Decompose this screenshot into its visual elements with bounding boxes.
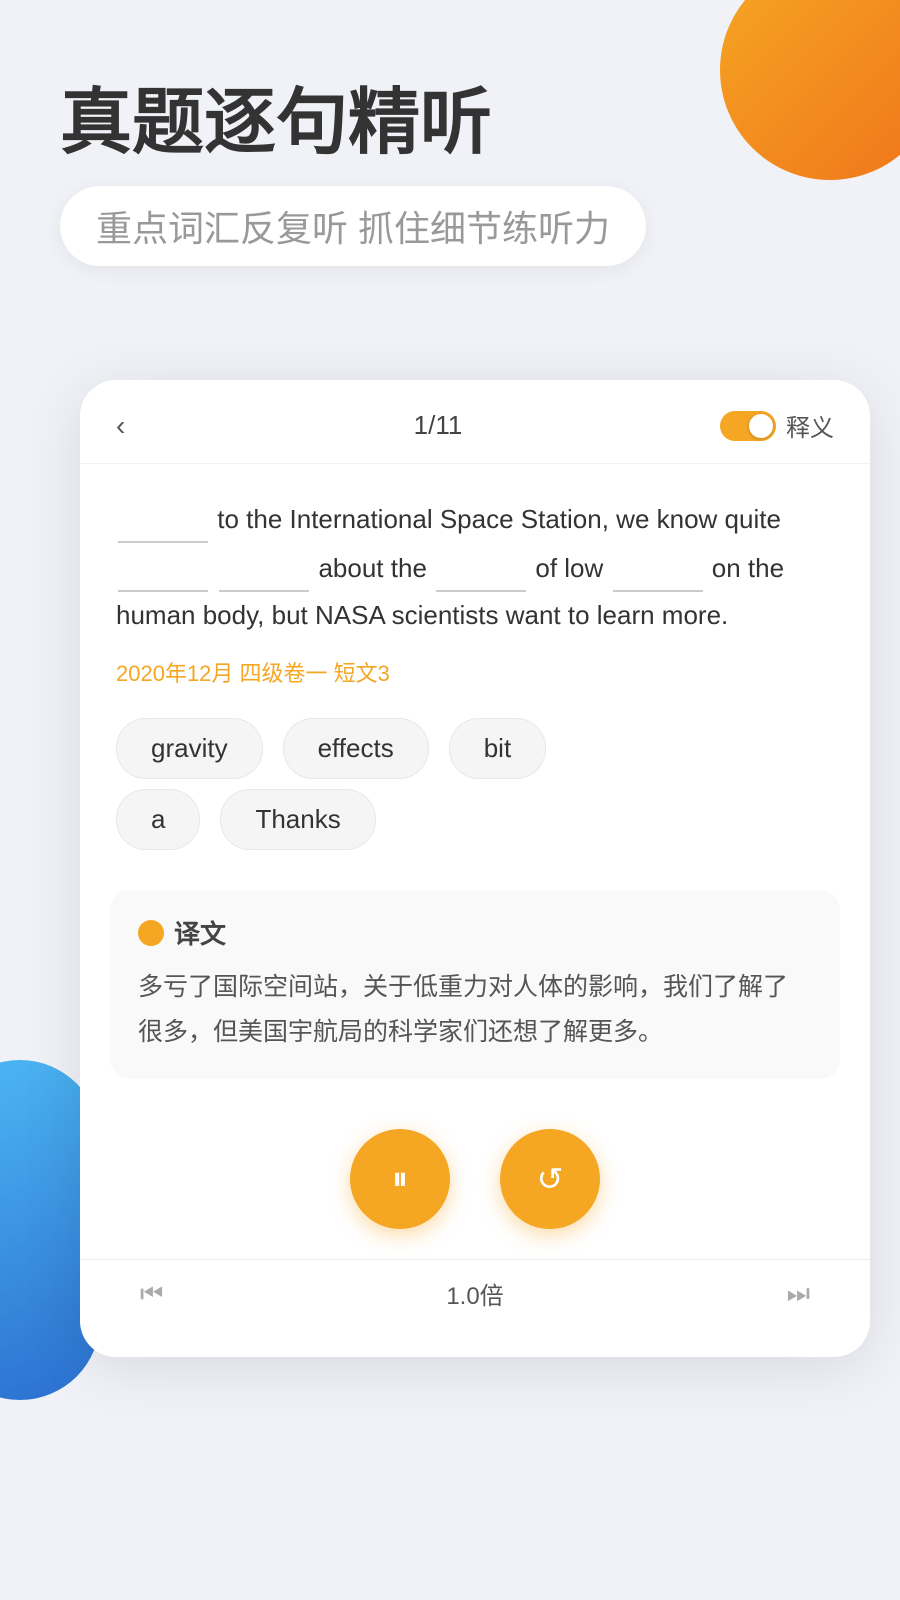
subtitle: 重点词汇反复听 抓住细节练听力	[60, 186, 646, 266]
chips-row-2: a Thanks	[116, 789, 834, 850]
trans-text: 多亏了国际空间站，关于低重力对人体的影响，我们了解了很多，但美国宇航局的科学家们…	[138, 965, 812, 1055]
chips-area: gravity effects bit a Thanks	[80, 708, 870, 870]
nav-counter: 1/11	[414, 410, 463, 441]
blank-3	[219, 543, 309, 592]
prev-button[interactable]: ⏮	[140, 1278, 163, 1310]
blank-1	[118, 494, 208, 543]
source-label: 2020年12月 四级卷一 短文3	[80, 648, 870, 708]
pause-icon: ⏸	[392, 1160, 408, 1198]
main-title: 真题逐句精听	[60, 80, 840, 166]
speed-display[interactable]: 1.0倍	[446, 1276, 503, 1311]
chip-bit[interactable]: bit	[449, 718, 546, 779]
sentence-text-2: about the	[318, 553, 434, 583]
trans-header: 译文	[138, 914, 812, 951]
sentence-text-3: of low	[535, 553, 610, 583]
header-area: 真题逐句精听 重点词汇反复听 抓住细节练听力	[0, 0, 900, 306]
bottom-bar: ⏮ 1.0倍 ⏭	[80, 1259, 870, 1327]
trans-dot-icon	[138, 920, 164, 946]
replay-icon: ↺	[537, 1160, 564, 1198]
blank-4	[436, 543, 526, 592]
chip-effects[interactable]: effects	[283, 718, 429, 779]
translation-box: 译文 多亏了国际空间站，关于低重力对人体的影响，我们了解了很多，但美国宇航局的科…	[110, 890, 840, 1079]
chip-gravity[interactable]: gravity	[116, 718, 263, 779]
next-button[interactable]: ⏭	[787, 1278, 810, 1310]
chips-row-1: gravity effects bit	[116, 718, 834, 779]
toggle-area[interactable]: 释义	[720, 408, 834, 443]
trans-title: 译文	[174, 914, 226, 951]
replay-button[interactable]: ↺	[500, 1129, 600, 1229]
chip-thanks[interactable]: Thanks	[220, 789, 375, 850]
pause-button[interactable]: ⏸	[350, 1129, 450, 1229]
back-button[interactable]: ‹	[116, 410, 156, 442]
toggle-knob	[749, 414, 773, 438]
blank-5	[613, 543, 703, 592]
toggle-label: 释义	[786, 408, 834, 443]
sentence-text-1: to the International Space Station, we k…	[217, 504, 781, 534]
blank-2	[118, 543, 208, 592]
phone-card: ‹ 1/11 释义 to the International Space Sta…	[80, 380, 870, 1357]
toggle-switch[interactable]	[720, 411, 776, 441]
chip-a[interactable]: a	[116, 789, 200, 850]
controls-area: ⏸ ↺	[80, 1099, 870, 1249]
sentence-area: to the International Space Station, we k…	[80, 464, 870, 648]
nav-bar: ‹ 1/11 释义	[80, 380, 870, 464]
